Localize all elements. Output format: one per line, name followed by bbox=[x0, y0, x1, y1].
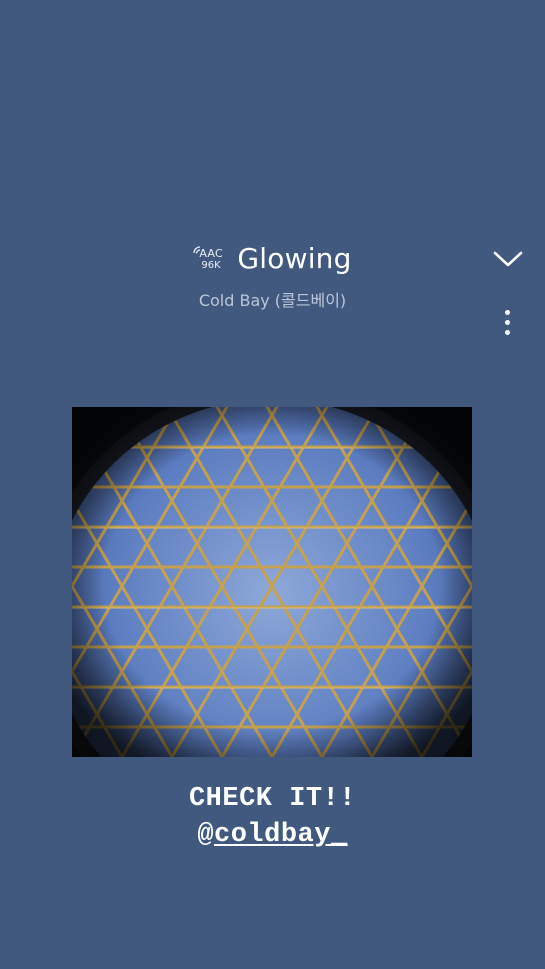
album-art-image bbox=[72, 407, 472, 757]
caption-mention-line: @coldbay_ bbox=[0, 820, 545, 850]
artist-name[interactable]: Cold Bay (콜드베이) bbox=[0, 287, 545, 311]
more-vertical-icon[interactable] bbox=[500, 307, 516, 339]
at-sign: @ bbox=[197, 820, 215, 850]
title-row: AAC 96K Glowing bbox=[0, 242, 545, 276]
more-dot bbox=[505, 330, 510, 335]
album-art bbox=[72, 407, 472, 757]
mention-link[interactable]: coldbay_ bbox=[214, 820, 348, 850]
more-dot bbox=[505, 320, 510, 325]
chevron-down-icon[interactable] bbox=[492, 249, 524, 269]
audio-quality-badge: AAC 96K bbox=[193, 244, 229, 274]
audio-format: AAC bbox=[199, 247, 223, 260]
now-playing-header: AAC 96K Glowing Cold Bay (콜드베이) bbox=[0, 236, 545, 316]
song-title: Glowing bbox=[237, 242, 352, 275]
audio-bitrate: 96K bbox=[201, 260, 221, 271]
more-dot bbox=[505, 310, 510, 315]
caption-headline: CHECK IT!! bbox=[188, 784, 357, 814]
